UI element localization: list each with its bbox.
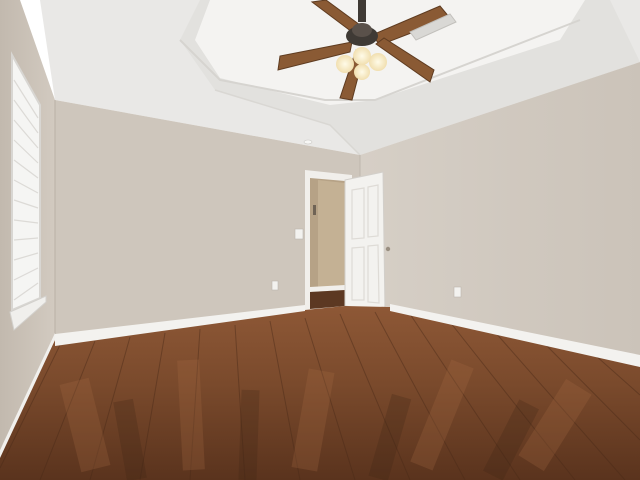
fan-light bbox=[369, 53, 387, 71]
wall-outlet-left bbox=[271, 280, 279, 291]
fan-light bbox=[354, 64, 370, 80]
fan-light bbox=[353, 47, 371, 65]
fan-light bbox=[336, 55, 354, 73]
open-door bbox=[344, 171, 391, 313]
room-scene bbox=[0, 0, 640, 480]
smoke-detector bbox=[303, 139, 313, 145]
light-switch bbox=[294, 228, 304, 240]
room-photo bbox=[0, 0, 640, 480]
door-knob bbox=[385, 246, 391, 252]
wall-outlet-right bbox=[453, 286, 462, 298]
